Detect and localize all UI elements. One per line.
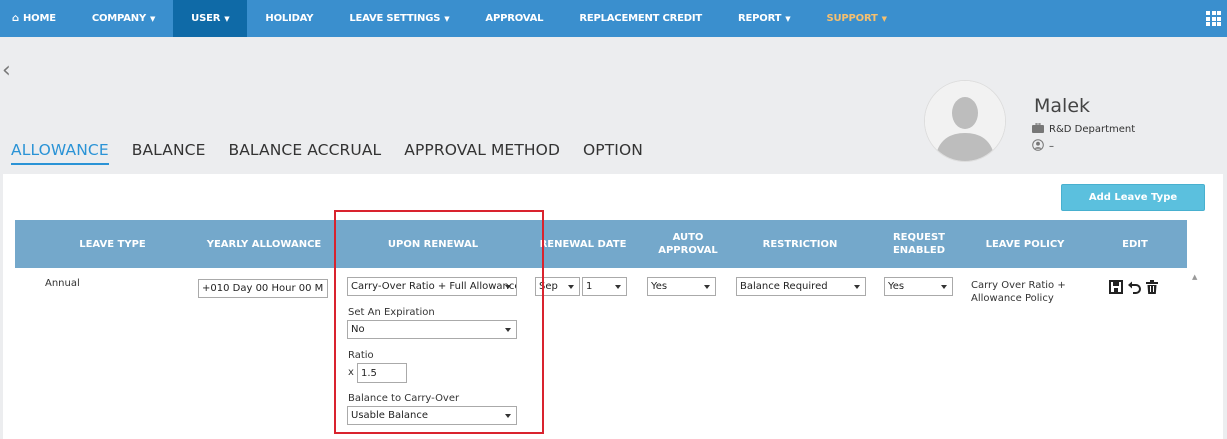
add-leave-type-button[interactable]: Add Leave Type	[1061, 184, 1205, 211]
edit-actions	[1109, 280, 1159, 298]
col-request-enabled: REQUEST ENABLED	[892, 232, 946, 256]
request-enabled-select[interactable]: Yes	[884, 277, 953, 296]
nav-user[interactable]: USER ▼	[173, 0, 248, 37]
renewal-day-select[interactable]: 1	[582, 277, 627, 296]
caret-down-icon: ▼	[224, 14, 230, 23]
avatar	[924, 80, 1006, 162]
restriction-select[interactable]: Balance Required	[736, 277, 866, 296]
col-leave-type: LEAVE TYPE	[79, 238, 146, 250]
nav-leave-settings[interactable]: LEAVE SETTINGS ▼	[331, 0, 467, 37]
tab-balance-accrual[interactable]: BALANCE ACCRUAL	[228, 141, 381, 165]
nav-holiday[interactable]: HOLIDAY	[247, 0, 331, 37]
caret-down-icon: ▼	[881, 14, 887, 23]
user-circle-icon	[1032, 139, 1044, 154]
trash-icon[interactable]	[1145, 280, 1159, 298]
nav-home[interactable]: ⌂ HOME	[0, 0, 74, 37]
caret-down-icon: ▼	[444, 14, 450, 23]
scroll-up-arrow-icon[interactable]: ▲	[1192, 273, 1197, 281]
briefcase-icon	[1032, 122, 1044, 136]
table-header: LEAVE TYPE YEARLY ALLOWANCE UPON RENEWAL…	[15, 220, 1187, 268]
tab-approval-method[interactable]: APPROVAL METHOD	[404, 141, 560, 165]
user-tabs: ALLOWANCE BALANCE BALANCE ACCRUAL APPROV…	[11, 141, 666, 165]
user-silhouette-icon	[925, 81, 1005, 161]
save-icon[interactable]	[1109, 280, 1123, 298]
yearly-allowance-input[interactable]: +010 Day 00 Hour 00 M	[198, 279, 328, 298]
col-leave-policy: LEAVE POLICY	[985, 238, 1065, 250]
profile-extra: –	[1032, 139, 1054, 154]
profile-name: Malek	[1034, 95, 1091, 117]
caret-down-icon: ▼	[785, 14, 791, 23]
highlight-box	[334, 210, 544, 434]
tab-allowance[interactable]: ALLOWANCE	[11, 141, 109, 165]
col-yearly-allowance: YEARLY ALLOWANCE	[206, 238, 322, 250]
col-restriction: RESTRICTION	[762, 238, 838, 250]
col-auto-approval: AUTO APPROVAL	[658, 232, 718, 256]
caret-down-icon: ▼	[149, 14, 156, 23]
nav-report[interactable]: REPORT ▼	[720, 0, 808, 37]
auto-approval-select[interactable]: Yes	[647, 277, 716, 296]
back-chevron-icon[interactable]: ‹	[2, 58, 11, 83]
leave-type-cell: Annual	[45, 278, 80, 289]
tab-balance[interactable]: BALANCE	[132, 141, 206, 165]
col-renewal-date: RENEWAL DATE	[539, 238, 627, 250]
nav-support[interactable]: SUPPORT ▼	[808, 0, 904, 37]
apps-grid-icon[interactable]	[1206, 11, 1221, 26]
home-icon: ⌂	[12, 13, 19, 24]
col-edit: EDIT	[1122, 238, 1148, 250]
tab-option[interactable]: OPTION	[583, 141, 643, 165]
leave-policy-cell: Carry Over Ratio + Allowance Policy	[971, 280, 1066, 304]
nav-replacement-credit[interactable]: REPLACEMENT CREDIT	[561, 0, 720, 37]
allowance-panel	[3, 174, 1223, 439]
profile-department: R&D Department	[1032, 122, 1135, 136]
undo-icon[interactable]	[1127, 280, 1141, 298]
nav-company[interactable]: COMPANY ▼	[74, 0, 173, 37]
top-nav: ⌂ HOME COMPANY ▼ USER ▼ HOLIDAY LEAVE SETT…	[0, 0, 1227, 37]
nav-approval[interactable]: APPROVAL	[467, 0, 561, 37]
